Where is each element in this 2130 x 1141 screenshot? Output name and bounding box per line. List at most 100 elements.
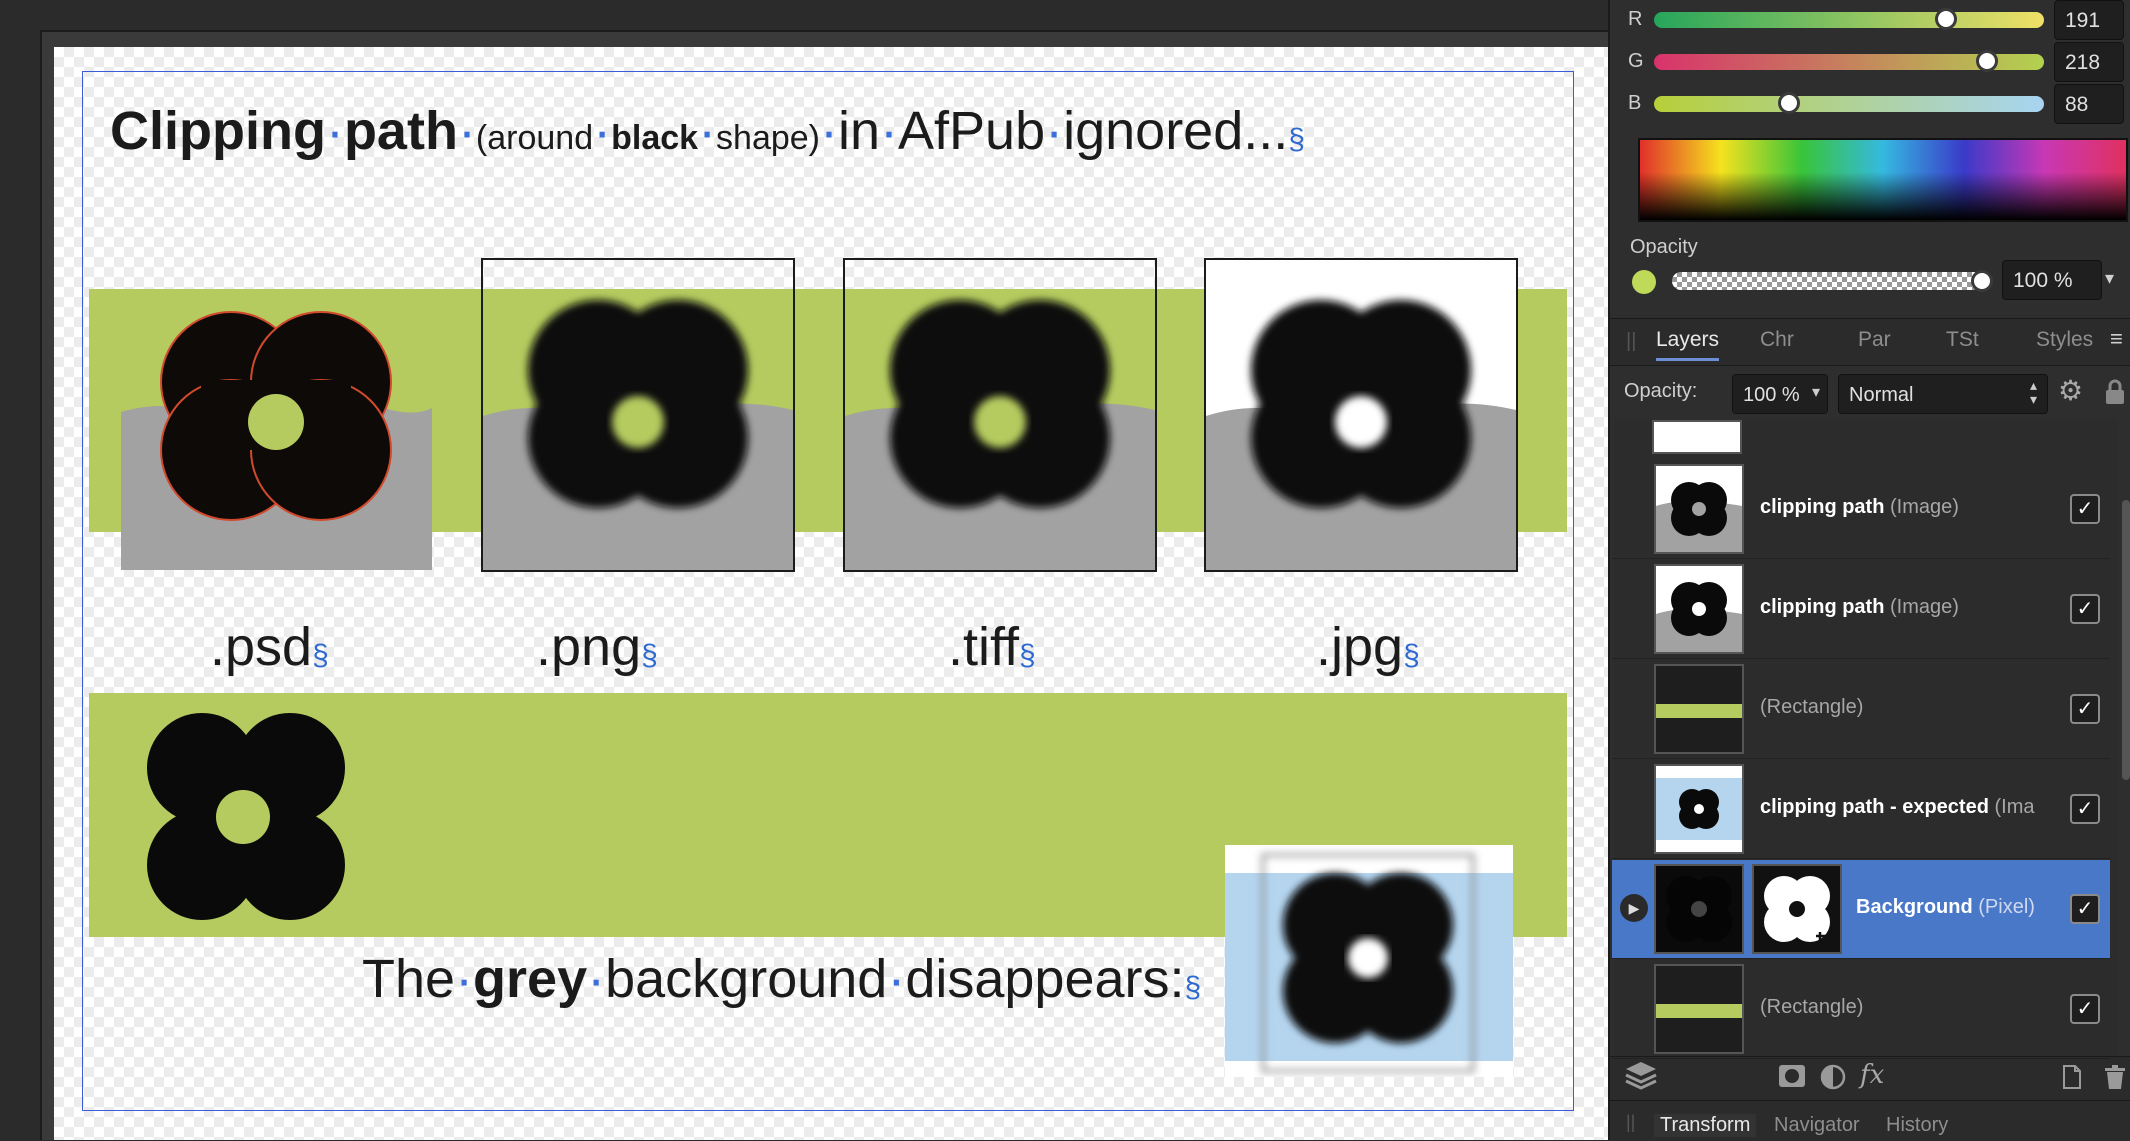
layer-opacity-label: Opacity: (1624, 380, 1698, 402)
opacity-slider-knob[interactable] (1971, 270, 1993, 292)
tab-text-styles[interactable]: TSt (1946, 328, 1979, 352)
layer-visibility-checkbox[interactable]: ✓ (2070, 894, 2100, 924)
layer-name-text: clipping path (1760, 596, 1885, 618)
pilcrow-mark: § (641, 639, 658, 672)
label-psd-text: .psd (210, 617, 313, 677)
tab-character[interactable]: Chr (1760, 328, 1794, 352)
expected-flower[interactable] (140, 710, 355, 925)
title-word-shape: shape) (716, 119, 821, 157)
layer-name: clipping path - expected (Ima (1760, 796, 2034, 819)
layer-visibility-checkbox[interactable]: ✓ (2070, 794, 2100, 824)
b-slider[interactable] (1654, 96, 2044, 112)
b-label: B (1628, 92, 1642, 114)
gear-icon[interactable]: ⚙ (2058, 374, 2083, 407)
pilcrow-mark: § (1403, 639, 1420, 672)
layer-row[interactable]: clipping path - expected (Ima ✓ (1612, 760, 2110, 859)
new-document-icon[interactable] (2062, 1064, 2082, 1095)
mask-icon[interactable] (1778, 1064, 1806, 1093)
title-word-in: in (838, 101, 881, 161)
g-label: G (1628, 50, 1644, 72)
layer-type-text: (Image) (1890, 596, 1959, 618)
blend-mode-arrow[interactable]: ▴ ▾ (2030, 378, 2037, 406)
b-value-field[interactable]: 88 (2054, 84, 2124, 124)
layer-thumbnail (1654, 864, 1744, 954)
label-jpg: .jpg§ (1316, 616, 1420, 678)
lock-icon[interactable] (2104, 378, 2126, 406)
layer-visibility-checkbox[interactable]: ✓ (2070, 694, 2100, 724)
color-swatch[interactable] (1632, 270, 1656, 294)
layer-row[interactable]: (Rectangle) ✓ (1612, 960, 2110, 1059)
label-tiff-text: .tiff (948, 617, 1020, 677)
expected-flower-graphic (147, 713, 345, 920)
adjustment-icon[interactable] (1820, 1064, 1846, 1095)
tab-layers[interactable]: Layers (1656, 328, 1720, 361)
jpg-image-graphic (1206, 300, 1516, 570)
tab-navigator[interactable]: Navigator (1774, 1114, 1860, 1137)
caption-word-the: The (362, 949, 456, 1009)
title-word-black: black (611, 119, 699, 157)
r-slider[interactable] (1654, 12, 2044, 28)
r-slider-knob[interactable] (1935, 8, 1958, 30)
tab-paragraph[interactable]: Par (1858, 328, 1891, 352)
bottom-panel-grip-icon[interactable]: || (1626, 1112, 1635, 1133)
jpg-image[interactable] (1204, 258, 1518, 572)
label-psd: .psd§ (210, 616, 329, 678)
layer-thumbnail (1654, 764, 1744, 854)
layer-name: Background (Pixel) (1856, 896, 2035, 919)
layer-name-text: clipping path - expected (1760, 796, 1989, 818)
tab-styles[interactable]: Styles (2036, 328, 2093, 352)
layer-name-text: clipping path (1760, 496, 1885, 518)
layer-row[interactable]: clipping path (Image) ✓ (1612, 560, 2110, 659)
tab-transform[interactable]: Transform (1654, 1114, 1757, 1137)
g-value-field[interactable]: 218 (2054, 42, 2124, 82)
heading-text: Clipping·path·(around·black·shape)·in·Af… (110, 100, 1305, 162)
opacity-value-field[interactable]: 100 % (2002, 260, 2102, 300)
color-spectrum[interactable] (1638, 138, 2128, 222)
title-word-afpub: AfPub (898, 101, 1046, 161)
layer-name: (Rectangle) (1760, 996, 1863, 1019)
layer-name: (Rectangle) (1760, 696, 1863, 719)
layers-stack-icon[interactable] (1624, 1060, 1658, 1097)
layer-row-selected[interactable]: ▶ Background (Pixel) ✓ (1612, 860, 2110, 959)
layer-name-text: Background (1856, 896, 1973, 918)
panel-grip-icon[interactable]: || (1626, 330, 1636, 353)
layer-row[interactable]: clipping path (Image) ✓ (1612, 460, 2110, 559)
label-jpg-text: .jpg (1316, 617, 1404, 677)
trash-icon[interactable] (2104, 1064, 2126, 1095)
pilcrow-mark: § (1184, 971, 1202, 1004)
opacity-slider[interactable] (1672, 272, 1982, 290)
caption-text: The·grey·background·disappears:§ (362, 948, 1201, 1010)
b-slider-knob[interactable] (1777, 92, 1800, 114)
title-word-path: path (343, 101, 458, 161)
layer-visibility-checkbox[interactable]: ✓ (2070, 994, 2100, 1024)
layer-opacity-arrow[interactable]: ▾ (1812, 382, 1820, 402)
tiff-image[interactable] (843, 258, 1157, 572)
r-value-field[interactable]: 191 (2054, 0, 2124, 40)
space-dot: · (593, 101, 612, 161)
pilcrow-mark: § (1019, 639, 1036, 672)
space-dot: · (820, 101, 838, 161)
space-dot: · (1045, 101, 1064, 161)
canvas-area[interactable]: Clipping·path·(around·black·shape)·in·Af… (0, 0, 1608, 1140)
layers-scrollbar[interactable] (2122, 500, 2130, 780)
expand-arrow-icon[interactable]: ▶ (1620, 894, 1648, 922)
expected-image[interactable] (1225, 845, 1513, 1077)
space-dot: · (457, 101, 476, 161)
fx-icon[interactable]: fx (1860, 1060, 1884, 1090)
tab-history[interactable]: History (1886, 1114, 1948, 1137)
label-png-text: .png (536, 617, 642, 677)
panel-menu-icon[interactable]: ≡ (2110, 326, 2123, 352)
psd-image-graphic (121, 311, 432, 570)
layer-type-text: (Rectangle) (1760, 996, 1864, 1018)
title-word-around: (around (475, 119, 594, 157)
layer-visibility-checkbox[interactable]: ✓ (2070, 594, 2100, 624)
layer-thumbnail-partial (1652, 420, 1742, 454)
layer-row[interactable]: (Rectangle) ✓ (1612, 660, 2110, 759)
space-dot: · (880, 101, 899, 161)
layer-visibility-checkbox[interactable]: ✓ (2070, 494, 2100, 524)
opacity-dropdown-arrow[interactable]: ▾ (2105, 268, 2114, 289)
label-png: .png§ (536, 616, 658, 678)
blend-mode-select[interactable]: Normal (1838, 374, 2048, 414)
psd-image[interactable] (121, 300, 432, 570)
png-image[interactable] (481, 258, 795, 572)
